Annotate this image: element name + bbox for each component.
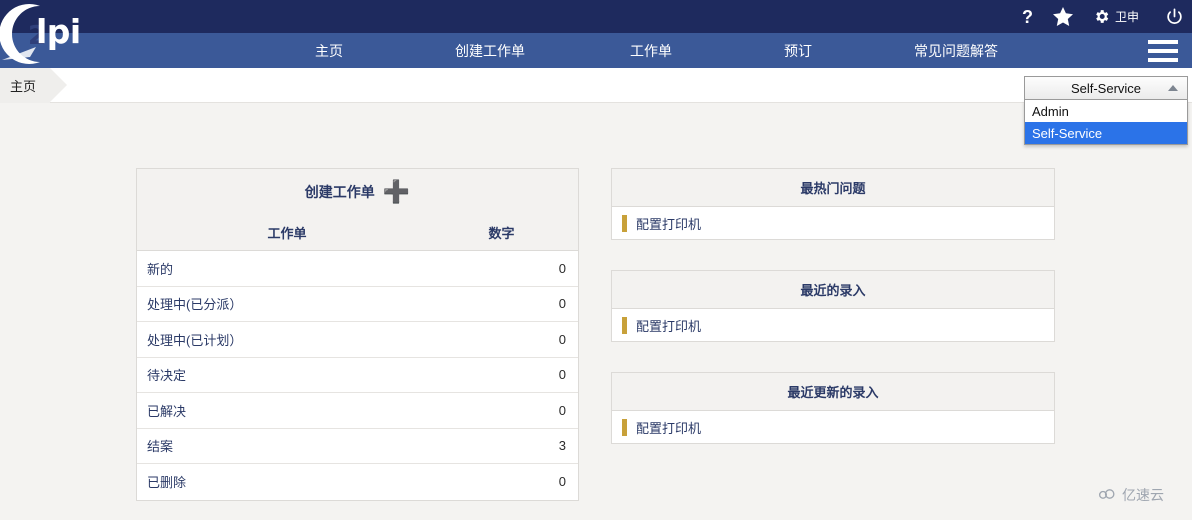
watermark-text: 亿速云 [1122, 487, 1164, 503]
watermark: 亿速云 [1092, 482, 1170, 508]
ticket-status-count: 0 [558, 331, 566, 347]
panel-title: 最热门问题 [612, 169, 1054, 207]
ticket-status-count: 0 [558, 474, 566, 490]
main-content: 创建工作单 ➕ 工作单 数字 新的 0 处理中(已分派） 0 处理中(已计划） … [0, 103, 1192, 520]
faq-item-link[interactable]: 配置打印机 [636, 418, 701, 437]
nav-item-faq[interactable]: 常见问题解答 [904, 41, 1008, 61]
create-ticket-button[interactable]: 创建工作单 ➕ [137, 169, 578, 215]
ticket-status-label[interactable]: 待决定 [137, 365, 538, 384]
ticket-status-label[interactable]: 已删除 [137, 472, 538, 491]
table-row[interactable]: 待决定 0 [137, 358, 578, 393]
list-item[interactable]: 配置打印机 [612, 309, 1054, 341]
panel-recent-entries: 最近的录入 配置打印机 [611, 270, 1055, 342]
ticket-status-count: 0 [558, 296, 566, 312]
glpi-logo[interactable]: 2 lpi [0, 0, 110, 68]
ticket-status-label[interactable]: 已解决 [137, 401, 538, 420]
hamburger-menu-icon[interactable] [1142, 37, 1184, 65]
nav-items: 主页 创建工作单 工作单 预订 常见问题解答 [110, 33, 1008, 68]
user-name: 卫申 [1114, 10, 1139, 24]
breadcrumb-item-home[interactable]: 主页 [0, 68, 68, 103]
panel-title: 最近更新的录入 [612, 373, 1054, 411]
column-header-ticket: 工作单 [267, 226, 307, 241]
item-marker-icon [622, 316, 627, 334]
gear-icon [1093, 8, 1110, 25]
profile-select-value: Self-Service [1070, 80, 1142, 96]
top-bar-icons: ? 卫申 [1022, 0, 1184, 33]
cloud-icon [1098, 487, 1118, 504]
table-row[interactable]: 处理中(已计划） 0 [137, 322, 578, 358]
ticket-status-label[interactable]: 处理中(已计划） [137, 330, 538, 349]
table-row[interactable]: 已解决 0 [137, 393, 578, 429]
list-item[interactable]: 配置打印机 [612, 207, 1054, 239]
ticket-status-label[interactable]: 结案 [137, 436, 538, 455]
ticket-status-count: 0 [558, 367, 566, 383]
panel-title: 最近的录入 [612, 271, 1054, 309]
star-icon[interactable] [1052, 7, 1073, 26]
ticket-status-count: 0 [558, 260, 566, 276]
power-icon[interactable] [1165, 7, 1184, 26]
top-bar: ? 卫申 [0, 0, 1192, 33]
panel-recently-updated: 最近更新的录入 配置打印机 [611, 372, 1055, 444]
page-root: ? 卫申 2 lpi 主页 创建工作单 工作单 预订 常见问题解答 主页 Sel… [0, 0, 1192, 520]
plus-icon: ➕ [382, 179, 411, 204]
nav-item-tickets[interactable]: 工作单 [620, 41, 682, 61]
profile-option-list: Admin Self-Service [1024, 100, 1188, 145]
item-marker-icon [622, 418, 627, 436]
column-header-count: 数字 [488, 226, 515, 241]
ticket-status-count: 3 [558, 438, 566, 454]
ticket-status-label[interactable]: 新的 [137, 259, 538, 278]
list-item[interactable]: 配置打印机 [612, 411, 1054, 443]
item-marker-icon [622, 214, 627, 232]
ticket-summary-panel: 创建工作单 ➕ 工作单 数字 新的 0 处理中(已分派） 0 处理中(已计划） … [136, 168, 579, 501]
breadcrumb-bar: 主页 [0, 68, 1192, 103]
table-row[interactable]: 结案 3 [137, 429, 578, 464]
faq-item-link[interactable]: 配置打印机 [636, 316, 701, 335]
logo-text: lpi [36, 12, 81, 51]
ticket-table-header: 工作单 数字 [137, 215, 578, 251]
profile-option-admin[interactable]: Admin [1025, 100, 1187, 122]
panel-popular-faq: 最热门问题 配置打印机 [611, 168, 1055, 240]
settings-menu[interactable]: 卫申 [1093, 8, 1139, 25]
create-ticket-label: 创建工作单 [304, 184, 375, 200]
right-panels: 最热门问题 配置打印机 最近的录入 配置打印机 最近更新的录入 配置打印机 [611, 168, 1055, 474]
faq-item-link[interactable]: 配置打印机 [636, 214, 701, 233]
table-row[interactable]: 新的 0 [137, 251, 578, 287]
help-icon[interactable]: ? [1022, 8, 1033, 26]
nav-item-home[interactable]: 主页 [305, 41, 353, 61]
profile-option-self-service[interactable]: Self-Service [1025, 122, 1187, 144]
table-row[interactable]: 处理中(已分派） 0 [137, 287, 578, 322]
profile-selector: Self-Service Admin Self-Service [1024, 76, 1188, 145]
ticket-status-count: 0 [558, 402, 566, 418]
profile-select-box[interactable]: Self-Service [1024, 76, 1188, 100]
nav-item-create[interactable]: 创建工作单 [445, 41, 535, 61]
nav-item-reservation[interactable]: 预订 [774, 41, 822, 61]
ticket-status-label[interactable]: 处理中(已分派） [137, 294, 538, 313]
main-nav: 主页 创建工作单 工作单 预订 常见问题解答 [0, 33, 1192, 68]
chevron-up-icon [1168, 85, 1178, 91]
table-row[interactable]: 已删除 0 [137, 464, 578, 500]
